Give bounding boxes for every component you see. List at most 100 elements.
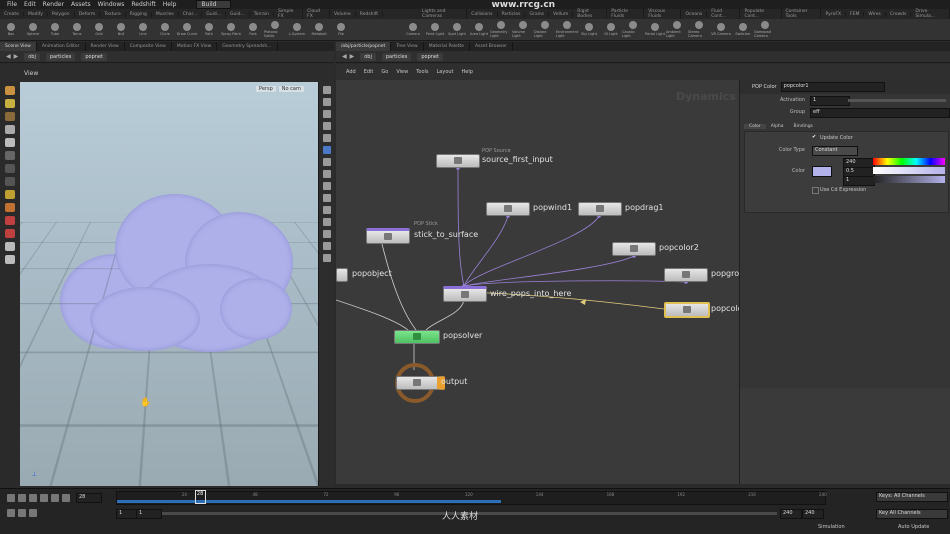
tab-render-view[interactable]: Render View xyxy=(86,42,125,51)
color-b-field[interactable]: 1 xyxy=(843,176,875,186)
caustic-light-tool[interactable]: Caustic Light xyxy=(622,19,644,41)
shelf-tab[interactable]: Simple FX xyxy=(274,9,304,19)
display-icon[interactable] xyxy=(322,254,331,262)
tab-network-view[interactable]: /obj/particle/popnet xyxy=(336,42,392,51)
tab-geometry-spreadsheet[interactable]: Geometry Spreadsh... xyxy=(217,42,278,51)
keys-menu[interactable]: Keys: All Channels xyxy=(876,492,948,502)
grid-tool[interactable]: Grid xyxy=(88,19,110,41)
scale-icon[interactable] xyxy=(5,125,15,134)
shelf-tab[interactable]: Vellum xyxy=(549,11,574,17)
display-icon[interactable] xyxy=(322,122,331,130)
shelf-tab[interactable]: Lights and Cameras xyxy=(418,9,468,19)
network-menu-item[interactable]: Tools xyxy=(416,69,428,75)
jump-end-icon[interactable] xyxy=(62,494,70,502)
magnet-icon[interactable] xyxy=(5,216,15,225)
shelf-tab[interactable]: Viscous Fluids xyxy=(644,9,682,19)
shelf-tab[interactable]: Cloud FX xyxy=(303,9,331,19)
back-icon[interactable]: ◀ xyxy=(342,53,347,60)
node-stick-to-surface[interactable] xyxy=(366,228,410,244)
shelf-tab[interactable]: Particle Fluids xyxy=(607,9,645,19)
display-icon[interactable] xyxy=(322,86,331,94)
box-tool[interactable]: Box xyxy=(0,19,22,41)
display-icon[interactable] xyxy=(322,146,331,154)
node-wire-pops[interactable] xyxy=(443,286,487,302)
display-icon[interactable] xyxy=(322,110,331,118)
back-icon[interactable]: ◀ xyxy=(6,53,11,60)
shelf-tab[interactable]: Crowds xyxy=(886,11,912,17)
hue-ramp[interactable] xyxy=(873,158,945,165)
sky-light-tool[interactable]: Sky Light xyxy=(578,19,600,41)
display-icon[interactable] xyxy=(322,158,331,166)
menu-redshift[interactable]: Redshift xyxy=(131,1,155,8)
value-ramp[interactable] xyxy=(873,176,945,183)
shelf-tab[interactable]: Rigid Bodies xyxy=(573,9,608,19)
display-icon[interactable] xyxy=(322,218,331,226)
node-popcolor2[interactable] xyxy=(612,242,656,256)
shelf-tab[interactable]: Fluid Cont... xyxy=(707,9,741,19)
pin-icon[interactable] xyxy=(5,177,15,186)
path-tool[interactable]: Path xyxy=(198,19,220,41)
frame-field[interactable]: 28 xyxy=(76,493,102,503)
menu-windows[interactable]: Windows xyxy=(98,1,125,8)
activation-field[interactable]: 1 xyxy=(810,96,850,106)
display-icon[interactable] xyxy=(322,230,331,238)
status-right[interactable]: Auto Update xyxy=(898,524,929,530)
draw-curve-tool[interactable]: Draw Curve xyxy=(176,19,198,41)
shelf-tab[interactable]: FEM xyxy=(846,11,865,17)
path-particles[interactable]: particles xyxy=(45,52,76,61)
sculpt-icon[interactable] xyxy=(5,190,15,199)
display-icon[interactable] xyxy=(322,170,331,178)
shelf-tab[interactable]: Drive Simula... xyxy=(911,9,950,19)
menu-edit[interactable]: Edit xyxy=(24,1,36,8)
display-icon[interactable] xyxy=(322,206,331,214)
shelf-tab[interactable]: Redshift xyxy=(356,11,384,17)
select-icon[interactable] xyxy=(5,86,15,95)
ambient-light-tool[interactable]: Ambient Light xyxy=(666,19,688,41)
color-type-menu[interactable]: Constant xyxy=(812,146,858,156)
playhead[interactable]: 28 xyxy=(194,490,206,504)
tab-material-palette[interactable]: Material Palette xyxy=(424,42,471,51)
node-popobject[interactable] xyxy=(336,268,348,282)
jump-start-icon[interactable] xyxy=(7,494,15,502)
shelf-tab[interactable]: Guid... xyxy=(202,11,226,17)
shelf-tab[interactable]: Polygon xyxy=(48,11,75,17)
audio-icon[interactable] xyxy=(29,509,37,517)
gamepad-camera-tool[interactable]: Gamepad Camera xyxy=(754,19,776,41)
camera-menu[interactable]: Persp xyxy=(256,86,276,92)
shelf-tab[interactable]: Muscles xyxy=(152,11,179,17)
point-light-tool[interactable]: Point Light xyxy=(424,19,446,41)
node-popwind1[interactable] xyxy=(486,202,530,216)
file-tool[interactable]: File xyxy=(330,19,352,41)
shelf-tab[interactable]: Particles xyxy=(498,11,526,17)
shelf-tab[interactable]: Create xyxy=(0,11,24,17)
tab-color[interactable]: Color xyxy=(744,124,766,129)
distant-light-tool[interactable]: Distant Light xyxy=(534,19,556,41)
loop-icon[interactable] xyxy=(18,509,26,517)
path-obj[interactable]: obj xyxy=(360,52,376,61)
area-light-tool[interactable]: Area Light xyxy=(468,19,490,41)
vr-camera-tool[interactable]: VR Camera xyxy=(710,19,732,41)
path-particles[interactable]: particles xyxy=(381,52,412,61)
circle-tool[interactable]: Circle xyxy=(154,19,176,41)
shelf-tab[interactable]: Deform xyxy=(75,11,101,17)
path-popnet[interactable]: popnet xyxy=(417,52,443,61)
use-cd-checkbox[interactable] xyxy=(812,187,819,194)
stop-icon[interactable] xyxy=(29,494,37,502)
shelf-tab[interactable]: Texture xyxy=(100,11,126,17)
switcher-tool[interactable]: Switcher xyxy=(732,19,754,41)
desktop-select[interactable]: Build xyxy=(196,0,232,9)
spray-paint-tool[interactable]: Spray Paint xyxy=(220,19,242,41)
spot-light-tool[interactable]: Spot Light xyxy=(446,19,468,41)
forward-icon[interactable]: ▶ xyxy=(350,53,355,60)
display-icon[interactable] xyxy=(322,98,331,106)
shelf-tab[interactable]: Guid... xyxy=(226,11,250,17)
tab-tree-view[interactable]: Tree View xyxy=(391,42,424,51)
menu-help[interactable]: Help xyxy=(163,1,177,8)
display-icon[interactable] xyxy=(322,242,331,250)
scope-menu[interactable]: Key All Channels xyxy=(876,509,948,519)
step-back-icon[interactable] xyxy=(18,494,26,502)
handle-icon[interactable] xyxy=(5,151,15,160)
shelf-tab[interactable]: Rigging xyxy=(126,11,152,17)
step-forward-icon[interactable] xyxy=(51,494,59,502)
network-menu-item[interactable]: Go xyxy=(381,69,388,75)
